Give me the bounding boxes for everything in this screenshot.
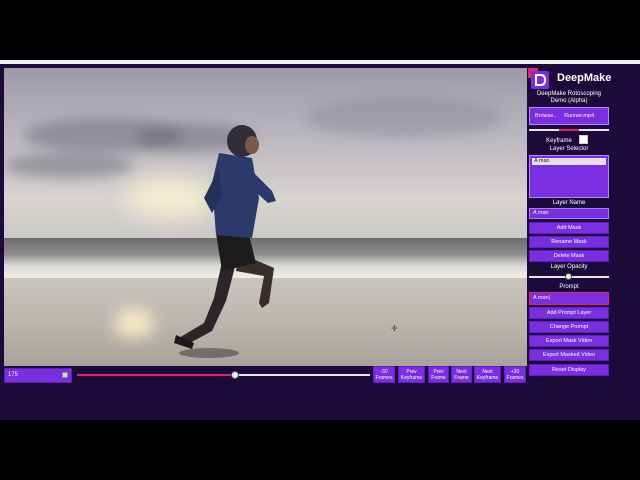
add-prompt-layer-button[interactable]: Add Prompt Layer bbox=[529, 307, 609, 319]
opacity-thumb[interactable] bbox=[565, 273, 572, 280]
file-name: Runner.mp4 bbox=[564, 113, 595, 119]
reset-display-button[interactable]: Reset Display bbox=[529, 364, 609, 376]
layer-name-input[interactable]: A man bbox=[529, 208, 609, 219]
cursor-icon: ✛ bbox=[391, 324, 398, 333]
delete-mask-button[interactable]: Delete Mask bbox=[529, 250, 609, 262]
export-masked-video-button[interactable]: Export Masked Video bbox=[529, 349, 609, 361]
app-subtitle: DeepMake Rotoscoping Demo (Alpha) bbox=[536, 91, 602, 104]
next-frame-button[interactable]: Next Frame bbox=[451, 366, 472, 383]
layer-opacity-label: Layer Opacity bbox=[550, 264, 588, 270]
layer-selector-label: Layer Selector bbox=[549, 146, 589, 152]
next-keyframe-button[interactable]: Next Keyframe bbox=[474, 366, 501, 383]
spinner-icon[interactable] bbox=[62, 372, 68, 378]
letterbox-bottom bbox=[0, 420, 640, 480]
prev-frame-button[interactable]: Prev Frame bbox=[428, 366, 449, 383]
keyframe-checkbox[interactable] bbox=[579, 135, 588, 144]
plus-30-frames-button[interactable]: +30 Frames bbox=[504, 366, 526, 383]
timeline-thumb[interactable] bbox=[231, 371, 240, 379]
cloud bbox=[304, 98, 504, 138]
frame-number-field[interactable]: 175 bbox=[4, 368, 72, 383]
browse-button[interactable]: Browse... bbox=[535, 113, 558, 119]
layer-name-label: Layer Name bbox=[552, 200, 586, 206]
prompt-label: Prompt bbox=[559, 284, 579, 290]
rename-mask-button[interactable]: Rename Mask bbox=[529, 236, 609, 248]
cloud bbox=[4, 153, 134, 178]
runner-figure bbox=[174, 125, 276, 358]
change-prompt-button[interactable]: Change Prompt bbox=[529, 321, 609, 333]
file-progress-bar bbox=[529, 129, 609, 131]
file-picker[interactable]: Browse... Runner.mp4 bbox=[529, 107, 609, 125]
layer-selector-list[interactable]: A man bbox=[529, 155, 609, 198]
prev-keyframe-button[interactable]: Prev Keyframe bbox=[398, 366, 425, 383]
timeline-progress bbox=[77, 374, 236, 376]
progress-segment bbox=[559, 129, 579, 131]
layer-opacity-slider[interactable] bbox=[529, 273, 609, 280]
minus-30-frames-button[interactable]: -30 Frames bbox=[373, 366, 395, 383]
brand-name: DeepMake bbox=[557, 72, 612, 84]
timeline-slider[interactable] bbox=[77, 371, 370, 379]
add-mask-button[interactable]: Add Mask bbox=[529, 222, 609, 234]
prompt-input[interactable]: A man| bbox=[529, 292, 609, 305]
video-preview[interactable]: ✛ bbox=[4, 68, 527, 366]
frame-number: 175 bbox=[8, 372, 19, 378]
letterbox-top bbox=[0, 0, 640, 60]
export-mask-video-button[interactable]: Export Mask Video bbox=[529, 335, 609, 347]
app-window: ✛ 175 -30 Frames Prev Keyframe Prev Fram… bbox=[0, 64, 640, 420]
sun-reflection bbox=[114, 308, 154, 338]
deepmake-logo-icon bbox=[528, 68, 549, 89]
layer-item[interactable]: A man bbox=[532, 158, 606, 165]
